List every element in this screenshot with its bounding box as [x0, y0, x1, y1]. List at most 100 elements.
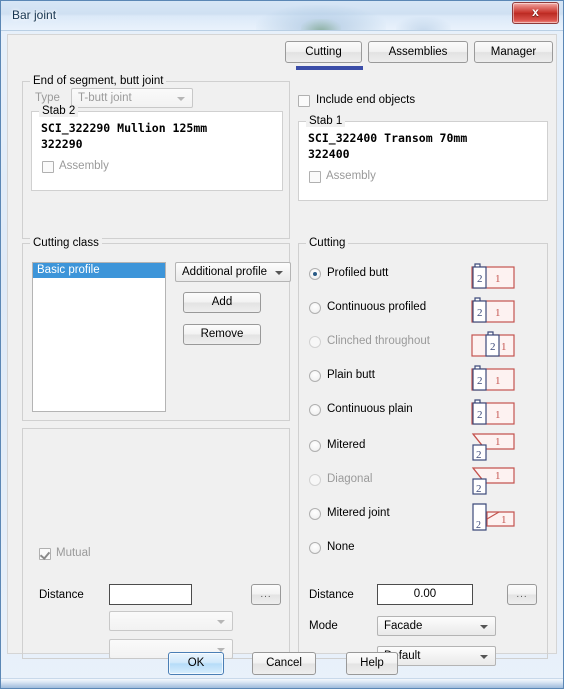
active-tab-indicator	[296, 66, 363, 70]
tab-assemblies[interactable]: Assemblies	[368, 41, 468, 63]
chevron-down-icon	[480, 625, 488, 629]
aero-glass-blur-right	[396, 17, 451, 30]
svg-text:2: 2	[477, 375, 483, 387]
label-diagonal: Diagonal	[327, 473, 373, 485]
joint-clinched-throughout-icon: 2 1	[471, 331, 515, 357]
chevron-down-icon	[217, 620, 225, 624]
svg-text:2: 2	[477, 307, 483, 319]
stab2-line1: SCI_322290 Mullion 125mm	[41, 121, 208, 135]
svg-text:1: 1	[495, 409, 501, 421]
close-button[interactable]: x	[512, 2, 559, 24]
profile-type-select[interactable]: Additional profile	[175, 262, 291, 282]
list-item[interactable]: Basic profile	[33, 263, 165, 278]
aero-glass-blur	[256, 5, 386, 30]
lower-distance-input[interactable]	[109, 584, 192, 605]
svg-text:1: 1	[495, 307, 501, 319]
joint-continuous-plain-icon: 2 1	[471, 399, 515, 425]
stab2-assembly-checkbox[interactable]	[42, 161, 54, 173]
lower-left-group: Mutual Distance ...	[22, 428, 290, 659]
cutting-mode-select[interactable]: Facade	[377, 616, 496, 636]
label-mitered: Mitered	[327, 439, 366, 451]
content-panel: Cutting Assemblies Manager End of segmen…	[7, 34, 558, 666]
joint-mitered-icon: 2 1	[471, 433, 515, 461]
chevron-down-icon	[480, 655, 488, 659]
close-icon: x	[532, 5, 539, 19]
cancel-button[interactable]: Cancel	[252, 652, 316, 675]
mutual-checkbox	[39, 548, 51, 560]
radio-continuous-plain[interactable]	[309, 404, 321, 416]
tab-bar: Cutting Assemblies Manager	[8, 35, 558, 75]
mutual-label: Mutual	[56, 547, 91, 559]
stab2-group: Stab 2 SCI_322290 Mullion 125mm 322290 A…	[31, 105, 283, 191]
cutting-class-list[interactable]: Basic profile	[32, 262, 166, 412]
cutting-mode-select-value: Facade	[384, 620, 423, 632]
radio-continuous-profiled[interactable]	[309, 302, 321, 314]
cutting-mode-label: Mode	[309, 620, 338, 632]
cutting-class-group: Cutting class Basic profile Additional p…	[22, 237, 291, 421]
cutting-group-label: Cutting	[306, 237, 349, 249]
joint-profiled-butt-icon: 2 1	[471, 263, 515, 289]
ok-button[interactable]: OK	[168, 652, 224, 675]
joint-diagonal-icon: 2 1	[471, 467, 515, 495]
radio-plain-butt[interactable]	[309, 370, 321, 382]
radio-diagonal	[309, 474, 321, 486]
type-select[interactable]: T-butt joint	[71, 88, 193, 108]
cutting-distance-label: Distance	[309, 589, 354, 601]
title-bar: Bar joint x	[1, 1, 563, 31]
bar-joint-dialog: Bar joint x Cutting Assemblies Manager E…	[0, 0, 564, 689]
help-button[interactable]: Help	[346, 652, 398, 675]
svg-text:2: 2	[477, 409, 483, 421]
joint-mitered-joint-icon: 2 1	[472, 503, 515, 531]
cutting-group: Cutting Profiled butt Continuous profile…	[298, 237, 548, 666]
type-label: Type	[35, 92, 60, 104]
stab1-assembly-label: Assembly	[326, 170, 376, 182]
window-bottom-edge	[1, 678, 563, 688]
label-plain-butt: Plain butt	[327, 369, 375, 381]
chevron-down-icon	[177, 97, 185, 101]
svg-text:2: 2	[476, 520, 481, 531]
stab1-assembly-checkbox[interactable]	[309, 171, 321, 183]
lower-distance-label: Distance	[39, 589, 84, 601]
end-of-segment-group-label: End of segment, butt joint	[30, 75, 167, 87]
label-continuous-plain: Continuous plain	[327, 403, 413, 415]
stab1-group: Stab 1 SCI_322400 Transom 70mm 322400 As…	[298, 115, 548, 201]
joint-plain-butt-icon: 2 1	[471, 365, 515, 391]
lower-combo-1	[109, 611, 233, 631]
svg-text:2: 2	[476, 449, 482, 461]
label-profiled-butt: Profiled butt	[327, 267, 389, 279]
svg-text:1: 1	[495, 436, 501, 448]
end-objects-group: Include end objects Stab 1 SCI_322400 Tr…	[298, 94, 548, 239]
radio-none[interactable]	[309, 542, 321, 554]
svg-text:1: 1	[495, 375, 501, 387]
cutting-distance-browse-button[interactable]: ...	[507, 584, 537, 605]
radio-clinched-throughout	[309, 336, 321, 348]
stab2-group-label: Stab 2	[39, 105, 79, 117]
client-area: Cutting Assemblies Manager End of segmen…	[1, 30, 564, 690]
svg-text:1: 1	[501, 514, 507, 526]
joint-continuous-profiled-icon: 2 1	[471, 297, 515, 323]
svg-text:1: 1	[495, 470, 501, 482]
svg-text:2: 2	[476, 483, 482, 495]
stab1-line2: 322400	[308, 147, 350, 161]
stab2-assembly-label: Assembly	[59, 160, 109, 172]
label-clinched-throughout: Clinched throughout	[327, 335, 430, 347]
stab1-group-label: Stab 1	[306, 115, 346, 127]
tab-cutting[interactable]: Cutting	[285, 41, 362, 63]
label-mitered-joint: Mitered joint	[327, 507, 390, 519]
radio-profiled-butt[interactable]	[309, 268, 321, 280]
label-continuous-profiled: Continuous profiled	[327, 301, 427, 313]
include-end-objects-checkbox[interactable]	[298, 95, 310, 107]
cutting-distance-input[interactable]: 0.00	[377, 584, 473, 605]
include-end-objects-label: Include end objects	[316, 94, 416, 106]
radio-mitered[interactable]	[309, 440, 321, 452]
add-button[interactable]: Add	[183, 292, 261, 313]
tab-manager[interactable]: Manager	[474, 41, 553, 63]
end-of-segment-group: End of segment, butt joint Type T-butt j…	[22, 75, 290, 239]
remove-button[interactable]: Remove	[183, 324, 261, 345]
svg-text:2: 2	[490, 341, 496, 353]
window-title: Bar joint	[12, 8, 57, 22]
radio-mitered-joint[interactable]	[309, 508, 321, 520]
svg-text:2: 2	[477, 273, 483, 285]
lower-distance-browse-button[interactable]: ...	[251, 584, 281, 605]
profile-type-select-value: Additional profile	[182, 266, 268, 278]
